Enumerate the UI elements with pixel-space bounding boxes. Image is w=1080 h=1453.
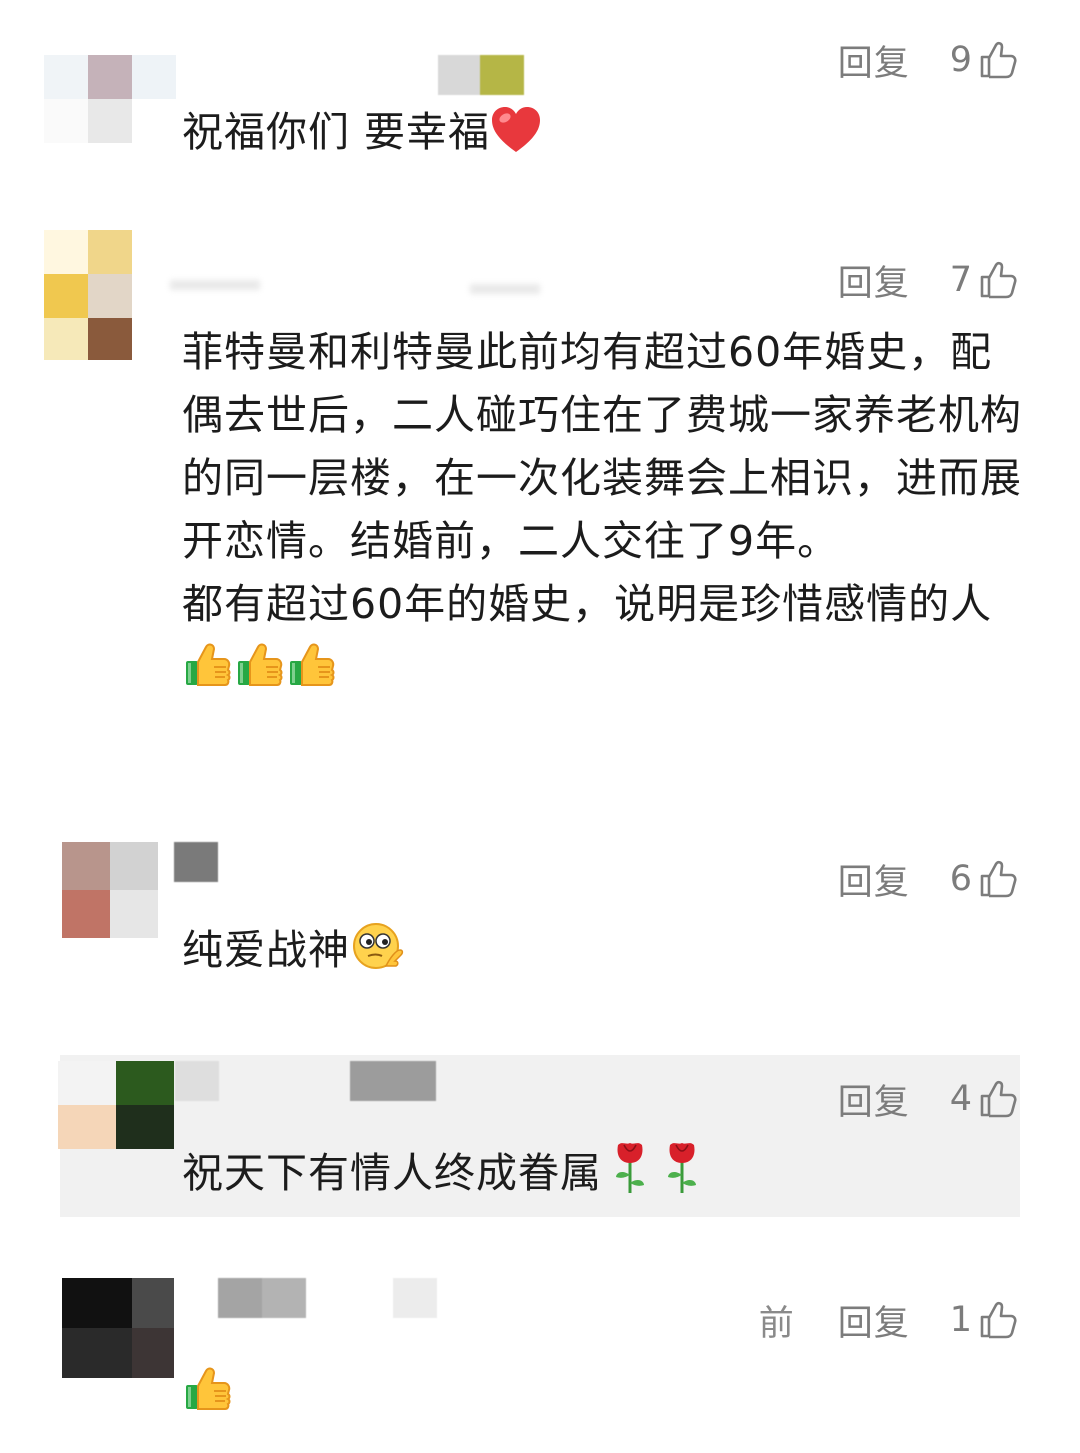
comment-text: 纯爱战神 [182,919,1022,982]
comment-text: 菲特曼和利特曼此前均有超过60年婚史，配偶去世后，二人碰巧住在了费城一家养老机构… [182,321,1022,699]
comment-actions: 回复 4 [838,1077,1018,1123]
thumbs-up-emoji-icon [182,641,234,689]
comment-body: 祝福你们 要幸福 [182,108,491,156]
thinking-face-emoji-icon [350,920,406,972]
thumbs-up-emoji-icon [286,641,338,689]
comment-time: 前 [758,1303,794,1344]
thumbs-up-emoji-icon [182,1365,234,1413]
like-count: 1 [949,1300,972,1340]
comment-text: 祝福你们 要幸福 [182,101,1022,164]
like-thumb-icon[interactable] [978,40,1018,80]
comment-actions: 回复 9 [838,38,1018,84]
avatar[interactable] [62,1278,174,1378]
username[interactable] [218,1278,306,1318]
rose-emoji-icon [662,1139,702,1195]
reply-button[interactable]: 回复 [838,854,910,905]
comment-text: 祝天下有情人终成眷属 [182,1139,1022,1205]
reply-button[interactable]: 回复 [838,35,910,86]
rose-emoji-icon [610,1139,650,1195]
username-extra [393,1278,437,1318]
comment-body: 祝天下有情人终成眷属 [182,1149,602,1197]
avatar[interactable] [44,230,132,360]
avatar[interactable] [62,842,158,938]
like-thumb-icon[interactable] [978,859,1018,899]
comment-actions: 回复 7 [838,258,1018,304]
reply-button[interactable]: 回复 [838,1295,910,1346]
username[interactable] [438,55,524,95]
avatar[interactable] [44,55,176,143]
thumbs-up-emoji-icon [234,641,286,689]
comment-body: 纯爱战神 [182,926,350,974]
username[interactable] [174,842,218,882]
like-thumb-icon[interactable] [978,1079,1018,1119]
reply-button[interactable]: 回复 [838,255,910,306]
like-count: 7 [949,260,972,300]
like-count: 4 [949,1079,972,1119]
username[interactable] [175,1061,219,1101]
like-count: 6 [949,859,972,899]
comment-body: 菲特曼和利特曼此前均有超过60年婚史，配偶去世后，二人碰巧住在了费城一家养老机构… [182,328,1022,628]
username-extra [350,1061,436,1101]
comment-actions: 回复 6 [838,857,1018,903]
reply-button[interactable]: 回复 [838,1074,910,1125]
heart-emoji-icon [490,106,542,154]
avatar[interactable] [58,1061,174,1149]
like-count: 9 [949,40,972,80]
username-extra [470,284,540,294]
like-thumb-icon[interactable] [978,1300,1018,1340]
username[interactable] [170,280,260,290]
comment-text [182,1360,1022,1423]
like-thumb-icon[interactable] [978,260,1018,300]
comment-actions: 前 回复 1 [759,1298,1018,1344]
